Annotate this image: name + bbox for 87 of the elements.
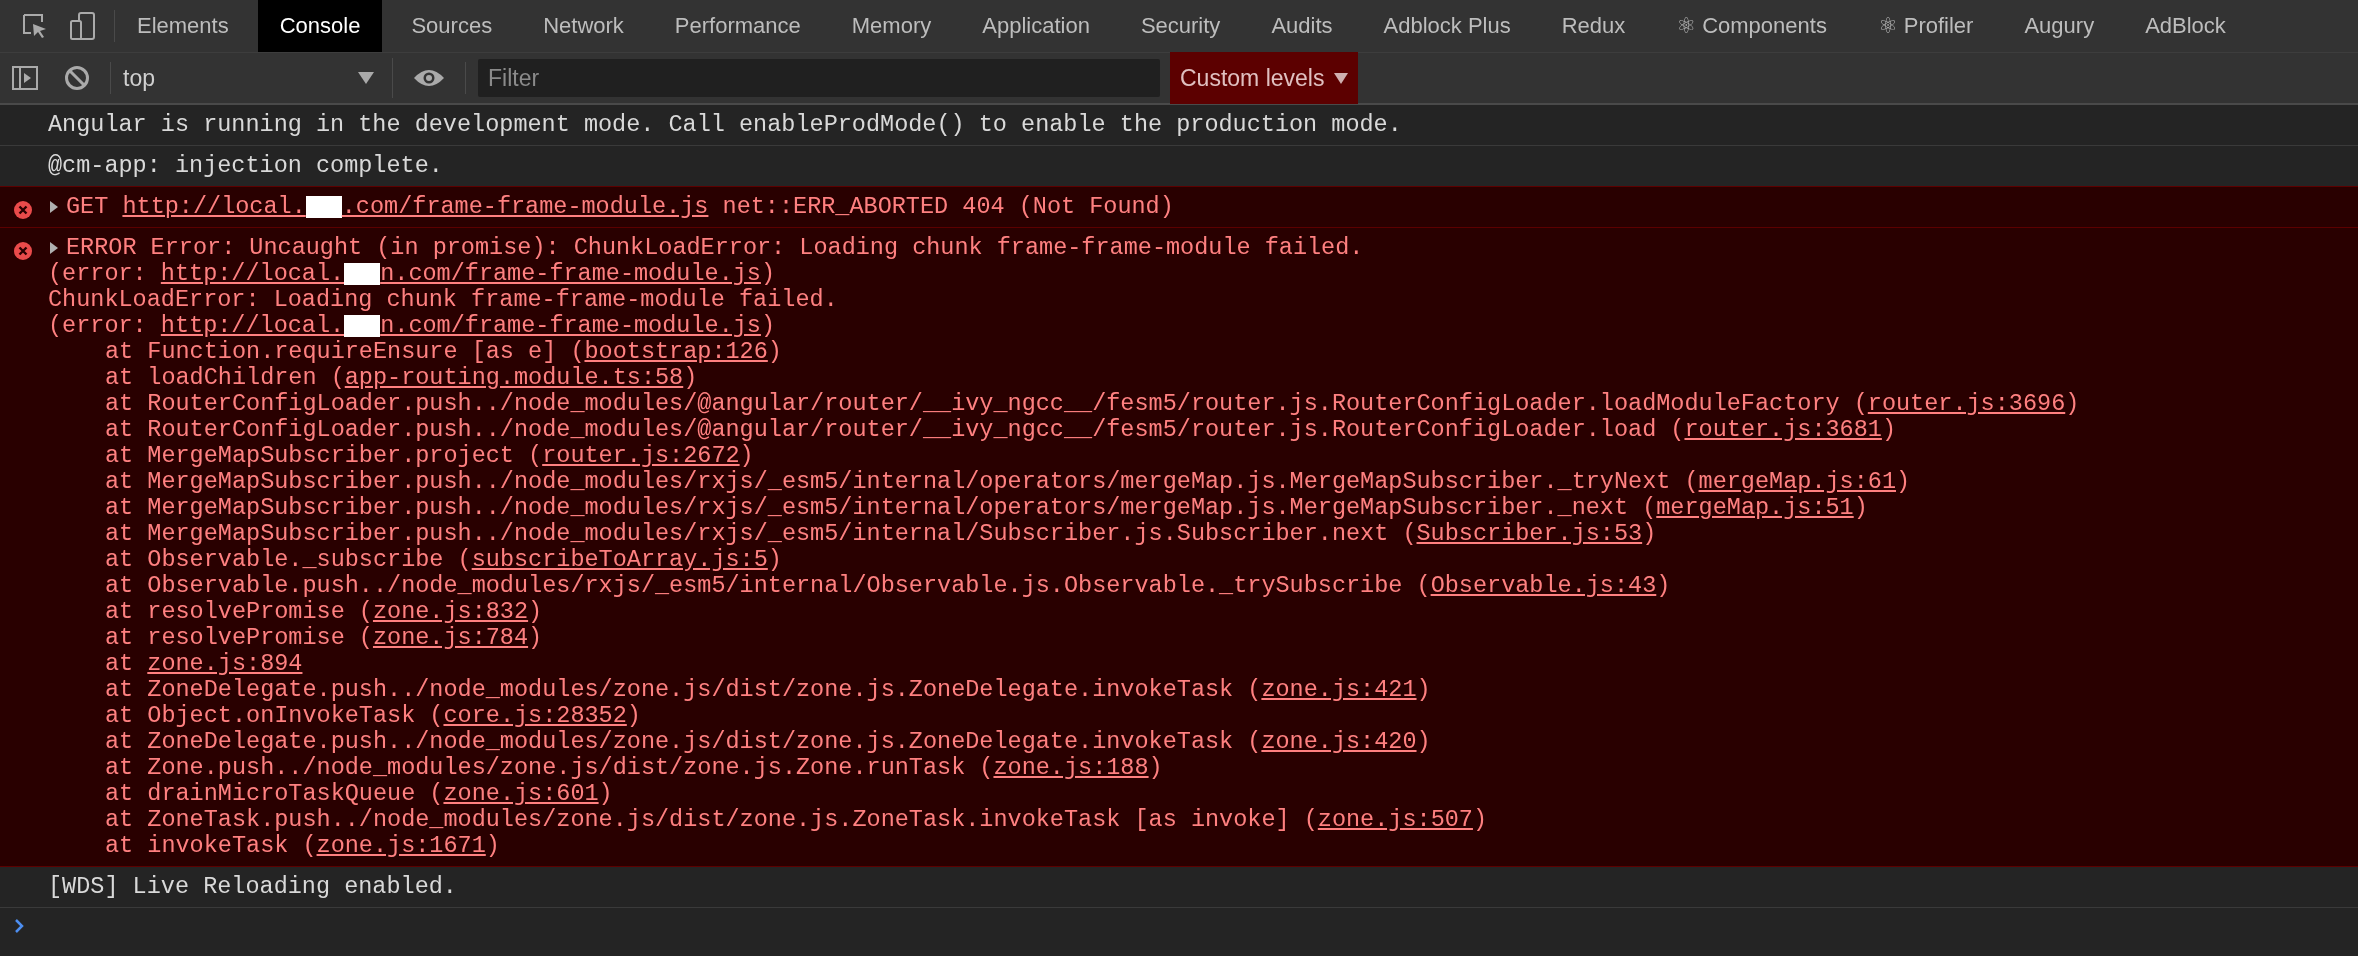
- prompt-chevron-icon: [14, 918, 24, 934]
- source-link[interactable]: router.js:3681: [1684, 416, 1882, 443]
- filter-field[interactable]: Filter: [478, 59, 1160, 97]
- stack-frame-text: at RouterConfigLoader.push../node_modules/@angular/router/__ivy_ngcc__/fesm5/router.js.RouterConfigLoader.load (router.js:3681): [105, 417, 1896, 443]
- dropdown-caret-icon: [358, 72, 374, 84]
- source-link[interactable]: http://local.: [122, 193, 306, 220]
- console-text: @cm-app: injection complete.: [48, 153, 443, 179]
- source-link[interactable]: zone.js:420: [1261, 728, 1417, 755]
- sidebar-toggle-icon[interactable]: [12, 66, 38, 90]
- stack-frame-text: at resolvePromise (zone.js:832): [105, 599, 543, 625]
- panel-tab[interactable]: ⚛ Components: [1654, 0, 1849, 52]
- redaction-box: [344, 262, 381, 285]
- source-link[interactable]: http://local.: [160, 260, 345, 287]
- panel-tab[interactable]: Sources: [389, 0, 515, 52]
- stack-frame-text: at loadChildren (app-routing.module.ts:58): [105, 365, 698, 391]
- source-link[interactable]: Subscriber.js:53: [1416, 520, 1643, 547]
- stack-frame-text: at MergeMapSubscriber.project (router.js:2672): [105, 443, 754, 469]
- stack-frame-text: at MergeMapSubscriber.push../node_modules/rxjs/_esm5/internal/Subscriber.js.Subscriber.next (Subscriber.js:53): [105, 521, 1657, 547]
- source-link[interactable]: subscribeToArray.js:5: [471, 546, 768, 573]
- source-link[interactable]: Observable.js:43: [1430, 572, 1657, 599]
- panel-tab[interactable]: Audits: [1249, 0, 1355, 52]
- source-link[interactable]: zone.js:507: [1317, 806, 1473, 833]
- stack-frame-text: at Function.requireEnsure [as e] (bootstrap:126): [105, 339, 782, 365]
- eye-icon[interactable]: [413, 68, 445, 88]
- inspect-element-icon[interactable]: [22, 13, 48, 39]
- console-text: ChunkLoadError: Loading chunk frame-frame-module failed.: [48, 287, 838, 313]
- stack-frame-text: at Zone.push../node_modules/zone.js/dist/zone.js.Zone.runTask (zone.js:188): [105, 755, 1163, 781]
- source-link[interactable]: zone.js:601: [443, 780, 599, 807]
- stack-frame-text: at zone.js:894: [105, 651, 303, 677]
- stack-frame-text: at Observable.push../node_modules/rxjs/_esm5/internal/Observable.js.Observable._trySubscribe (Observable.js:43): [105, 573, 1671, 599]
- panel-tab[interactable]: ⚛ Profiler: [1855, 0, 1996, 52]
- source-link[interactable]: bootstrap:126: [584, 338, 768, 365]
- expand-caret-icon[interactable]: [48, 241, 60, 255]
- source-link[interactable]: router.js:2672: [542, 442, 740, 469]
- panel-tab[interactable]: Augury: [2002, 0, 2117, 52]
- source-link[interactable]: zone.js:894: [147, 650, 303, 677]
- source-link[interactable]: zone.js:188: [993, 754, 1149, 781]
- error-icon: [13, 200, 33, 220]
- panel-tab[interactable]: Network: [521, 0, 646, 52]
- source-link[interactable]: n.com/frame-frame-module.js: [380, 312, 761, 339]
- dropdown-caret-icon: [1334, 72, 1349, 84]
- source-link[interactable]: router.js:3696: [1867, 390, 2066, 417]
- stack-frame-text: at resolvePromise (zone.js:784): [105, 625, 543, 651]
- stack-frame-text: at MergeMapSubscriber.push../node_modules/rxjs/_esm5/internal/operators/mergeMap.js.MergeMapSubscriber._next (mergeMap.js:51): [105, 495, 1868, 521]
- stack-frame-text: at MergeMapSubscriber.push../node_modules/rxjs/_esm5/internal/operators/mergeMap.js.MergeMapSubscriber._tryNext (mergeMap.js:61): [105, 469, 1911, 495]
- device-toolbar-icon[interactable]: [70, 12, 96, 40]
- source-link[interactable]: core.js:28352: [443, 702, 627, 729]
- stack-frame-text: at invokeTask (zone.js:1671): [105, 833, 500, 859]
- context-select[interactable]: top: [111, 58, 393, 98]
- stack-frame-text: at Object.onInvokeTask (core.js:28352): [105, 703, 641, 729]
- source-link[interactable]: mergeMap.js:51: [1656, 494, 1854, 521]
- source-link[interactable]: zone.js:1671: [316, 832, 486, 859]
- stack-frame-text: at ZoneDelegate.push../node_modules/zone.js/dist/zone.js.ZoneDelegate.invokeTask (zone.js:420): [105, 729, 1431, 755]
- redaction-box: [344, 314, 381, 337]
- panel-tab[interactable]: Elements: [115, 0, 251, 52]
- source-link[interactable]: zone.js:832: [372, 598, 529, 625]
- clear-console-icon[interactable]: [64, 65, 90, 91]
- panel-tab[interactable]: Adblock Plus: [1361, 0, 1533, 52]
- panel-tab[interactable]: Application: [960, 0, 1112, 52]
- panel-tab[interactable]: Redux: [1539, 0, 1648, 52]
- console-text: [WDS] Live Reloading enabled.: [48, 874, 457, 900]
- stack-frame-text: at RouterConfigLoader.push../node_modules/@angular/router/__ivy_ngcc__/fesm5/router.js.RouterConfigLoader.loadModuleFactory (router.js:3696): [105, 391, 2080, 417]
- panel-tab[interactable]: Memory: [829, 0, 954, 52]
- stack-frame-text: at ZoneDelegate.push../node_modules/zone.js/dist/zone.js.ZoneDelegate.invokeTask (zone.js:421): [105, 677, 1431, 703]
- source-link[interactable]: n.com/frame-frame-module.js: [380, 260, 761, 287]
- source-link[interactable]: app-routing.module.ts:58: [344, 364, 684, 391]
- source-link[interactable]: zone.js:421: [1261, 676, 1417, 703]
- levels-button[interactable]: Custom levels: [1170, 52, 1359, 104]
- console-text: ERROR Error: Uncaught (in promise): ChunkLoadError: Loading chunk frame-frame-module failed.: [66, 235, 1364, 261]
- redaction-box: [305, 195, 342, 218]
- panel-tab[interactable]: Security: [1118, 0, 1243, 52]
- console-text: (error: http://local. n.com/frame-frame-module.js): [48, 313, 776, 339]
- panel-tab[interactable]: Console: [257, 0, 383, 52]
- error-icon: [13, 241, 33, 261]
- panel-tab[interactable]: AdBlock: [2123, 0, 2248, 52]
- panel-tab[interactable]: Performance: [652, 0, 823, 52]
- source-link[interactable]: http://local.: [160, 312, 345, 339]
- console-text: Angular is running in the development mode. Call enableProdMode() to enable the production mode.: [48, 112, 1402, 138]
- source-link[interactable]: zone.js:784: [372, 624, 529, 651]
- stack-frame-text: at drainMicroTaskQueue (zone.js:601): [105, 781, 613, 807]
- console-text: GET http://local. .com/frame-frame-module.js net::ERR_ABORTED 404 (Not Found): [66, 194, 1174, 220]
- source-link[interactable]: .com/frame-frame-module.js: [341, 193, 709, 220]
- stack-frame-text: at Observable._subscribe (subscribeToArray.js:5): [105, 547, 782, 573]
- console-text: (error: http://local. n.com/frame-frame-module.js): [48, 261, 776, 287]
- expand-caret-icon[interactable]: [48, 200, 60, 214]
- stack-frame-text: at ZoneTask.push../node_modules/zone.js/dist/zone.js.ZoneTask.invokeTask [as invoke] (zone.js:507): [105, 807, 1488, 833]
- source-link[interactable]: mergeMap.js:61: [1698, 468, 1896, 495]
